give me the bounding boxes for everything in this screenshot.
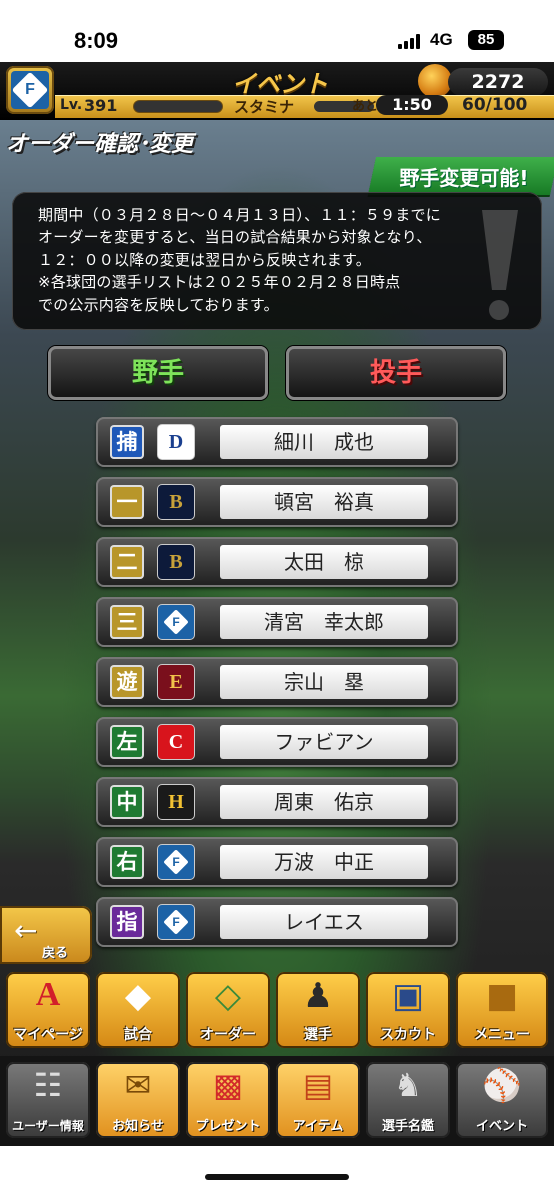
back-arrow-icon: ←	[14, 914, 38, 947]
player-name[interactable]: 細川 成也	[220, 425, 428, 459]
event-icon: ⚾	[482, 1066, 522, 1104]
gift-icon: ▩	[212, 1066, 244, 1104]
coin-count[interactable]: 2272	[448, 68, 548, 96]
menu-game-button[interactable]: ◆ 試合	[96, 972, 180, 1048]
position-badge: 指	[110, 905, 144, 939]
fighters-logo-icon: F	[11, 71, 49, 109]
favorite-team-badge[interactable]: F	[6, 66, 54, 114]
item-icon: ▤	[302, 1066, 334, 1104]
menu-notice-button[interactable]: ✉ お知らせ	[96, 1062, 180, 1138]
position-badge: 二	[110, 545, 144, 579]
buffaloes-logo-icon: B	[158, 545, 194, 579]
dragons-logo-icon: D	[158, 425, 194, 459]
lineup-row[interactable]: 中 H 周東 佑京	[96, 777, 458, 827]
fighters-logo-icon: F	[158, 605, 194, 639]
back-button[interactable]: ← 戻る	[0, 906, 92, 964]
player-name[interactable]: 周東 佑京	[220, 785, 428, 819]
player-icon: ♟	[302, 976, 334, 1016]
lineup-row[interactable]: 右 F 万波 中正	[96, 837, 458, 887]
player-name[interactable]: 太田 椋	[220, 545, 428, 579]
exp-gauge	[134, 101, 222, 112]
player-name[interactable]: ファビアン	[220, 725, 428, 759]
recovery-timer: 1:50	[376, 95, 448, 115]
position-badge: 左	[110, 725, 144, 759]
page-title: オーダー確認･変更	[6, 132, 194, 157]
position-badge: 捕	[110, 425, 144, 459]
lineup-row[interactable]: 一 B 頓宮 裕真	[96, 477, 458, 527]
battery-icon: 85	[468, 30, 504, 50]
home-indicator	[0, 1146, 554, 1200]
player-directory-icon: ♞	[393, 1066, 423, 1104]
menu-mypage-button[interactable]: A マイページ	[6, 972, 90, 1048]
stamina-label: スタミナ	[234, 98, 295, 116]
stadium-icon: ◆	[124, 976, 152, 1016]
signal-icon	[398, 33, 422, 49]
hawks-logo-icon: H	[158, 785, 194, 819]
lineup-row[interactable]: 指 F レイエス	[96, 897, 458, 947]
tab-pitcher[interactable]: 投手	[286, 346, 506, 400]
diamond-field-icon: ◇	[214, 976, 242, 1016]
mypage-icon: A	[35, 976, 61, 1013]
level-label: Lv.	[60, 97, 83, 113]
change-allowed-text: 野手変更可能!	[399, 166, 529, 190]
fighters-logo-icon: F	[158, 905, 194, 939]
lineup-row[interactable]: 二 B 太田 椋	[96, 537, 458, 587]
menu-event-button[interactable]: ⚾ イベント	[456, 1062, 548, 1138]
menu-present-button[interactable]: ▩ プレゼント	[186, 1062, 270, 1138]
position-badge: 一	[110, 485, 144, 519]
secondary-menu: ☷ ユーザー情報 ✉ お知らせ ▩ プレゼント ▤ アイテム ♞ 選手名鑑 ⚾ …	[0, 1056, 554, 1146]
menu-user-info-button[interactable]: ☷ ユーザー情報	[6, 1062, 90, 1138]
tab-fielder[interactable]: 野手	[48, 346, 268, 400]
menu-menu-button[interactable]: ■ メニュー	[456, 972, 548, 1048]
header-title: イベント	[232, 70, 328, 98]
level-value: 391	[84, 96, 118, 115]
position-badge: 中	[110, 785, 144, 819]
notice-text: 期間中（０３月２８日～０４月１３日）、１１：５９までに オーダーを変更すると、当…	[38, 206, 441, 314]
notice-icon: ✉	[124, 1066, 152, 1104]
menu-scout-button[interactable]: ▣ スカウト	[366, 972, 450, 1048]
status-bar: 8:09 4G 85	[0, 0, 554, 62]
player-name[interactable]: 宗山 塁	[220, 665, 428, 699]
lineup-row[interactable]: 三 F 清宮 幸太郎	[96, 597, 458, 647]
recovery-label: あと	[352, 99, 379, 114]
position-badge: 三	[110, 605, 144, 639]
fighters-logo-icon: F	[158, 845, 194, 879]
menu-player-directory-button[interactable]: ♞ 選手名鑑	[366, 1062, 450, 1138]
menu-player-button[interactable]: ♟ 選手	[276, 972, 360, 1048]
lineup-row[interactable]: 左 C ファビアン	[96, 717, 458, 767]
lineup-row[interactable]: 捕 D 細川 成也	[96, 417, 458, 467]
position-badge: 右	[110, 845, 144, 879]
back-label: 戻る	[42, 946, 69, 961]
user-info-icon: ☷	[33, 1066, 63, 1104]
position-badge: 遊	[110, 665, 144, 699]
scout-card-icon: ▣	[391, 976, 425, 1016]
player-name[interactable]: レイエス	[220, 905, 428, 939]
carp-logo-icon: C	[158, 725, 194, 759]
player-name[interactable]: 万波 中正	[220, 845, 428, 879]
stamina-value: 60/100	[462, 95, 528, 115]
primary-menu: A マイページ ◆ 試合 ◇ オーダー ♟ 選手 ▣ スカウト ■ メニュー	[0, 968, 554, 1052]
menu-character-icon: ■	[485, 976, 519, 1016]
clock: 8:09	[74, 28, 119, 53]
lineup-row[interactable]: 遊 E 宗山 塁	[96, 657, 458, 707]
menu-order-button[interactable]: ◇ オーダー	[186, 972, 270, 1048]
eagles-logo-icon: E	[158, 665, 194, 699]
player-name[interactable]: 頓宮 裕真	[220, 485, 428, 519]
buffaloes-logo-icon: B	[158, 485, 194, 519]
menu-item-button[interactable]: ▤ アイテム	[276, 1062, 360, 1138]
player-name[interactable]: 清宮 幸太郎	[220, 605, 428, 639]
coin-icon	[418, 64, 452, 98]
network-type: 4G	[430, 30, 453, 49]
